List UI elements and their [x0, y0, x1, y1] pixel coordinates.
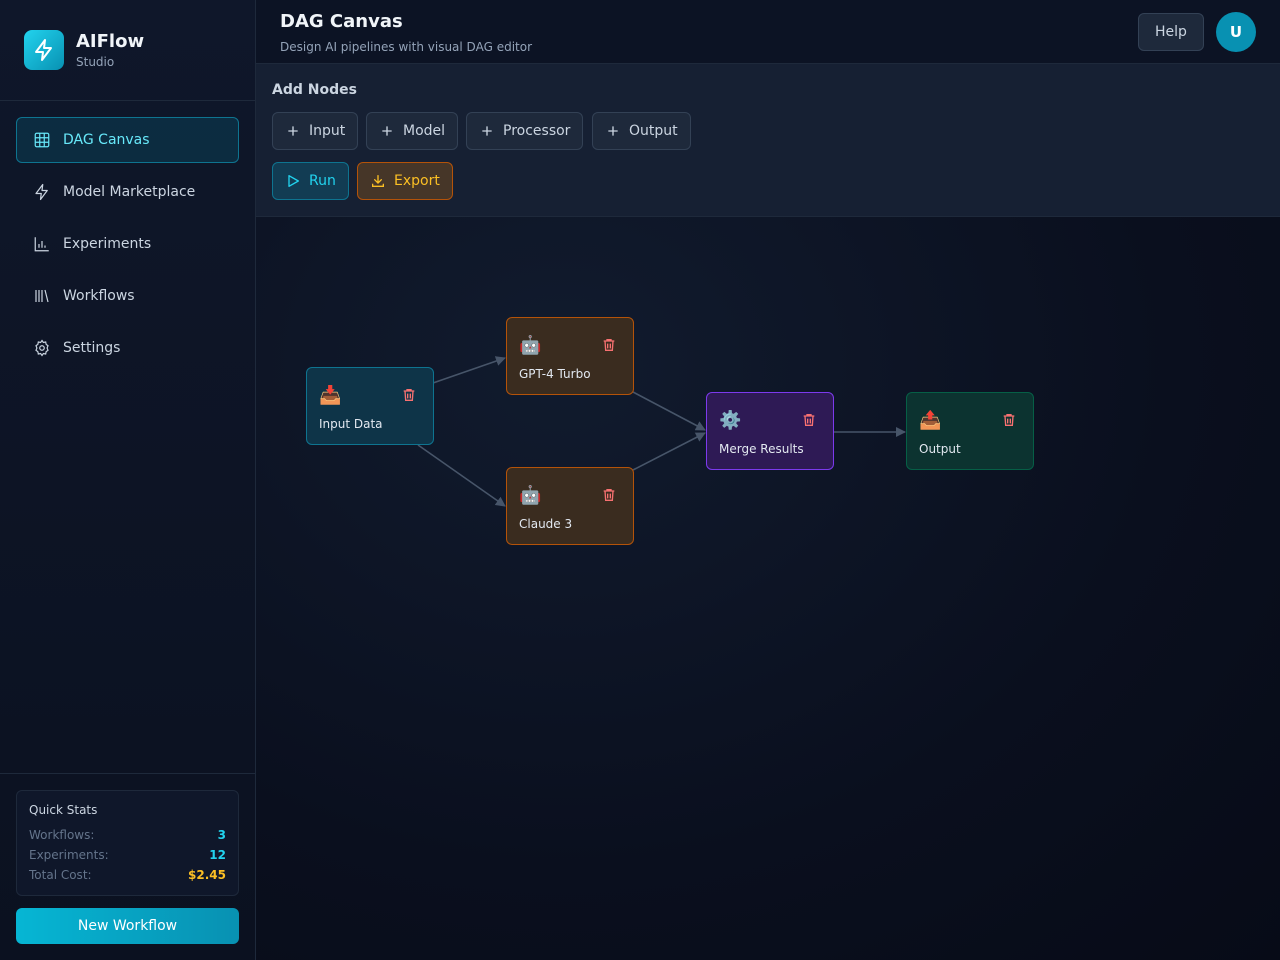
sidebar-nav: DAG Canvas Model Marketplace Experiments… [0, 101, 255, 393]
plus-icon [608, 126, 618, 136]
button-label: Processor [503, 123, 571, 139]
outbox-icon: 📤 [919, 410, 942, 431]
sidebar-item-label: Experiments [63, 236, 152, 252]
sidebar-item-label: Workflows [63, 288, 135, 304]
add-model-button[interactable]: Model [366, 112, 459, 150]
add-input-button[interactable]: Input [272, 112, 359, 150]
grid-icon [34, 132, 50, 148]
page-header: DAG Canvas Design AI pipelines with visu… [256, 0, 1280, 64]
sidebar-item-label: Model Marketplace [63, 184, 196, 200]
stat-value: 12 [209, 848, 226, 862]
node-merge-results[interactable]: ⚙️ Merge Results [706, 392, 834, 470]
node-gpt4-turbo[interactable]: 🤖 GPT-4 Turbo [506, 317, 634, 395]
brand-subtitle: Studio [76, 55, 115, 69]
stat-label: Experiments: [29, 848, 109, 862]
stat-row-experiments: Experiments: 12 [29, 845, 226, 865]
button-label: Run [309, 173, 336, 189]
stat-label: Workflows: [29, 828, 95, 842]
trash-icon[interactable] [601, 337, 617, 353]
edge-claude-merge [632, 432, 706, 471]
help-button[interactable]: Help [1138, 13, 1204, 51]
robot-icon: 🤖 [519, 485, 542, 506]
quick-stats-title: Quick Stats [29, 803, 98, 817]
plus-icon [382, 126, 392, 136]
brand-name: AIFlow [76, 31, 145, 52]
button-label: Input [309, 123, 346, 139]
library-icon [35, 289, 49, 303]
node-output[interactable]: 📤 Output [906, 392, 1034, 470]
node-claude-3[interactable]: 🤖 Claude 3 [506, 467, 634, 545]
sidebar-item-label: Settings [63, 340, 121, 356]
download-icon [372, 175, 384, 187]
button-label: Output [629, 123, 678, 139]
sidebar-item-dag-canvas[interactable]: DAG Canvas [16, 117, 239, 163]
plus-icon [482, 126, 492, 136]
lightning-logo-icon [24, 30, 64, 70]
edge-input-claude [417, 444, 506, 507]
sidebar-item-settings[interactable]: Settings [16, 325, 239, 371]
sidebar-item-workflows[interactable]: Workflows [16, 273, 239, 319]
button-label: Model [403, 123, 446, 139]
add-processor-button[interactable]: Processor [466, 112, 584, 150]
sidebar-item-experiments[interactable]: Experiments [16, 221, 239, 267]
play-icon [288, 175, 299, 187]
sidebar-footer: Quick Stats Workflows: 3 Experiments: 12… [0, 773, 255, 960]
trash-icon[interactable] [801, 412, 817, 428]
stat-value: $2.45 [188, 868, 226, 882]
run-button[interactable]: Run [272, 162, 349, 200]
toolbar-title: Add Nodes [272, 82, 357, 98]
edge-gpt4-merge [632, 391, 706, 431]
node-input-data[interactable]: 📥 Input Data [306, 367, 434, 445]
sidebar-item-label: DAG Canvas [63, 132, 150, 148]
node-label: Output [919, 442, 961, 456]
node-label: Input Data [319, 417, 383, 431]
edges-layer [417, 356, 906, 507]
trash-icon[interactable] [401, 387, 417, 403]
trash-icon[interactable] [1001, 412, 1017, 428]
gear-icon: ⚙️ [719, 410, 742, 431]
bar-chart-icon [34, 237, 49, 252]
new-workflow-button[interactable]: New Workflow [16, 908, 239, 944]
plus-icon [288, 126, 298, 136]
brand: AIFlow Studio [0, 0, 255, 101]
export-button[interactable]: Export [357, 162, 453, 200]
stat-value: 3 [217, 828, 226, 842]
quick-stats-panel: Quick Stats Workflows: 3 Experiments: 12… [16, 790, 239, 896]
stat-row-workflows: Workflows: 3 [29, 825, 226, 845]
stat-label: Total Cost: [29, 868, 92, 882]
node-label: GPT-4 Turbo [519, 367, 591, 381]
sidebar-item-model-marketplace[interactable]: Model Marketplace [16, 169, 239, 215]
avatar[interactable]: U [1216, 12, 1256, 52]
page-subtitle: Design AI pipelines with visual DAG edit… [280, 40, 533, 54]
robot-icon: 🤖 [519, 335, 542, 356]
add-nodes-toolbar: Add Nodes Input Model Processor Output R… [256, 64, 1280, 217]
dag-canvas[interactable]: 📥 Input Data 🤖 GPT-4 Turbo 🤖 Claude 3 ⚙️… [256, 217, 1280, 960]
page-title: DAG Canvas [280, 11, 403, 32]
node-label: Claude 3 [519, 517, 573, 531]
lightning-icon [35, 183, 48, 201]
node-label: Merge Results [719, 442, 804, 456]
gear-icon [35, 339, 49, 357]
edge-input-gpt4 [432, 356, 506, 384]
button-label: Export [394, 173, 440, 189]
sidebar: AIFlow Studio DAG Canvas Model Marketpla… [0, 0, 256, 960]
stat-row-cost: Total Cost: $2.45 [29, 865, 226, 885]
inbox-icon: 📥 [319, 385, 342, 406]
trash-icon[interactable] [601, 487, 617, 503]
add-output-button[interactable]: Output [592, 112, 691, 150]
